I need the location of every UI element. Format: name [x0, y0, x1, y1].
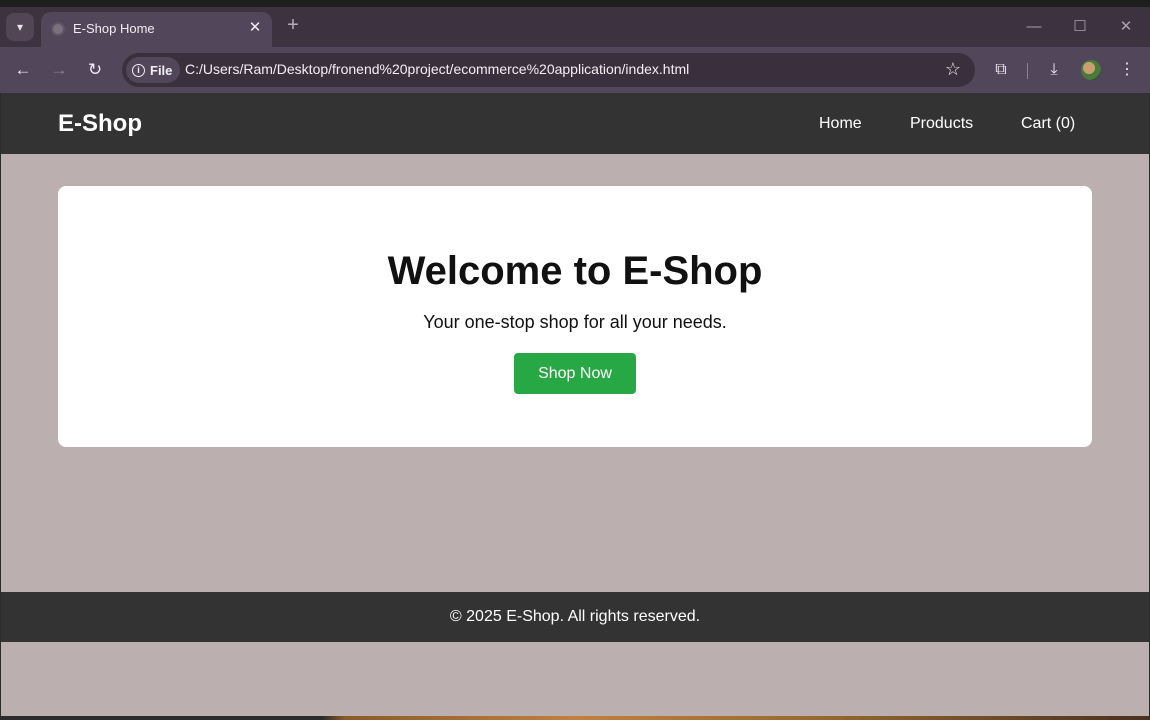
tab-search-button[interactable]: ▾ — [6, 13, 34, 41]
toolbar-divider — [1027, 63, 1028, 79]
web-page: E-Shop Home Products Cart (0) Welcome to… — [1, 93, 1149, 720]
nav-link-cart[interactable]: Cart (0) — [1021, 115, 1075, 133]
window-top-edge — [0, 0, 1150, 7]
forward-icon[interactable]: → — [48, 59, 70, 81]
footer-copyright: © 2025 E-Shop. All rights reserved. — [449, 608, 701, 625]
extensions-icon[interactable]: ⧉ — [990, 59, 1012, 81]
browser-toolbar: ← → ↻ i File C:/Users/Ram/Desktop/fronen… — [0, 47, 1150, 93]
download-icon[interactable]: ⤓ — [1043, 59, 1065, 81]
address-bar[interactable]: i File C:/Users/Ram/Desktop/fronend%20pr… — [122, 53, 975, 87]
info-icon: i — [132, 63, 145, 77]
nav-link-products[interactable]: Products — [910, 115, 973, 133]
new-tab-button[interactable]: + — [283, 15, 303, 35]
back-icon[interactable]: ← — [12, 59, 34, 81]
site-header: E-Shop Home Products Cart (0) — [1, 93, 1149, 154]
site-info-label: File — [150, 62, 173, 78]
close-tab-icon[interactable]: ✕ — [246, 19, 264, 37]
hero-title: Welcome to E-Shop — [387, 249, 763, 293]
tab-bar: ▾ E-Shop Home ✕ + — ☐ ✕ — [0, 7, 1150, 47]
reload-icon[interactable]: ↻ — [84, 59, 106, 81]
maximize-icon[interactable]: ☐ — [1070, 17, 1090, 37]
globe-icon — [51, 22, 65, 36]
site-footer: © 2025 E-Shop. All rights reserved. — [1, 592, 1149, 642]
close-window-icon[interactable]: ✕ — [1116, 17, 1136, 37]
bookmark-star-icon[interactable]: ☆ — [945, 59, 961, 80]
tab-active[interactable]: E-Shop Home ✕ — [41, 12, 272, 47]
chevron-down-icon: ▾ — [16, 20, 24, 34]
tab-title: E-Shop Home — [73, 21, 155, 36]
site-info-chip[interactable]: i File — [126, 57, 181, 83]
profile-avatar[interactable] — [1081, 60, 1101, 80]
menu-icon[interactable]: ⋮ — [1116, 59, 1138, 81]
nav-link-home[interactable]: Home — [819, 115, 862, 133]
brand-logo[interactable]: E-Shop — [58, 110, 142, 138]
desktop-background-edge — [0, 716, 1150, 720]
hero-card: Welcome to E-Shop Your one-stop shop for… — [58, 186, 1092, 447]
shop-now-button[interactable]: Shop Now — [514, 353, 636, 394]
minimize-icon[interactable]: — — [1024, 17, 1044, 37]
hero-subtitle: Your one-stop shop for all your needs. — [423, 312, 727, 332]
url-text[interactable]: C:/Users/Ram/Desktop/fronend%20project/e… — [185, 61, 689, 77]
